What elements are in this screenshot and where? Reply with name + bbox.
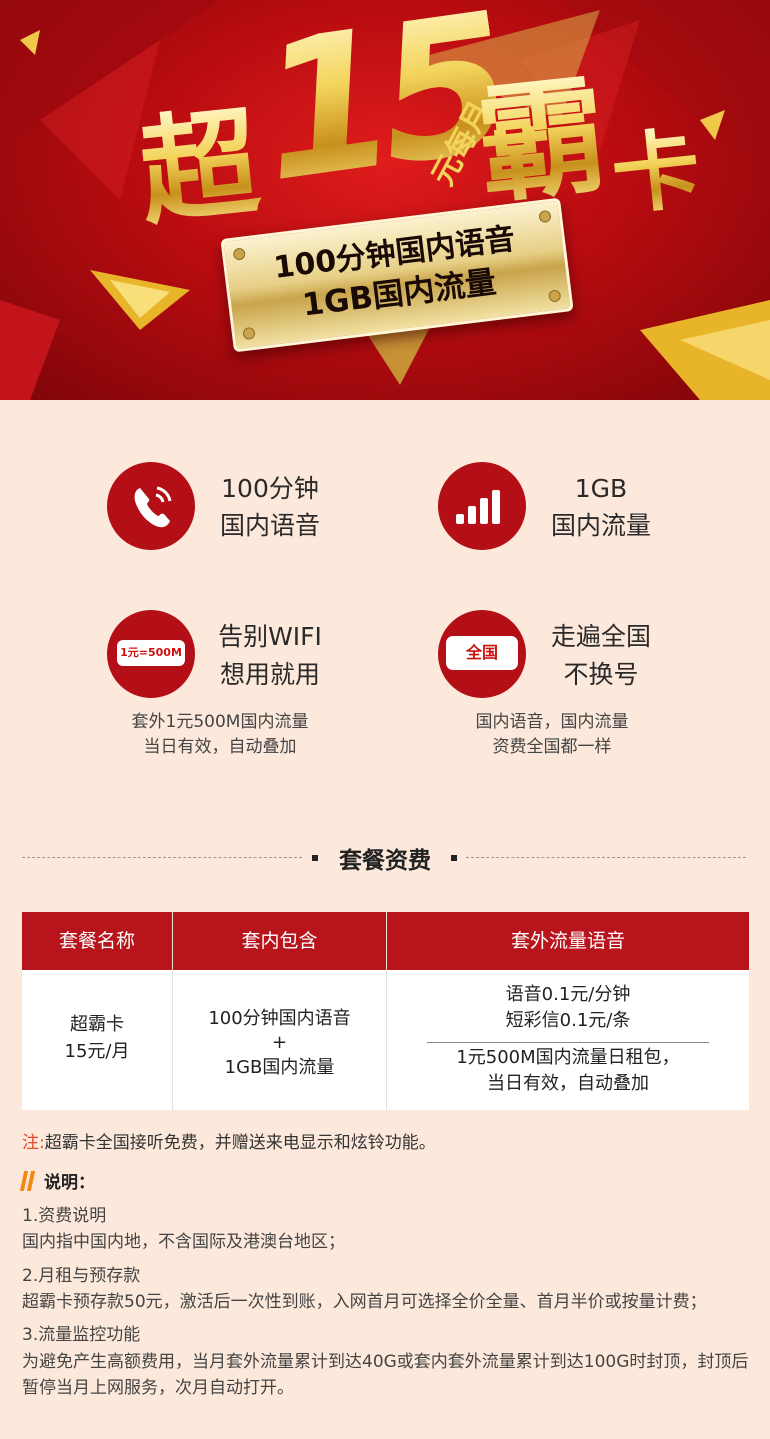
banner-title-chao: 超 xyxy=(133,92,265,242)
explanation-heading-3: 3.流量监控功能 xyxy=(22,1325,141,1345)
national-chip-icon: 全国 xyxy=(438,610,526,698)
extra-voice-rate: 语音0.1元/分钟 xyxy=(505,984,631,1005)
feature-wifi-line2: 想用就用 xyxy=(219,660,320,689)
plan-table: 套餐名称 套内包含 套外流量语音 超霸卡 15元/月 100分钟国内语音 + 1… xyxy=(22,912,749,1110)
section-title: 套餐资费 xyxy=(339,848,431,874)
signal-bars-icon xyxy=(438,462,526,550)
price-chip-label: 1元=500M xyxy=(117,640,185,666)
note-prefix: 注: xyxy=(22,1133,45,1153)
feature-voice-line1: 100分钟 xyxy=(221,474,319,503)
note-line: 注:超霸卡全国接听免费，并赠送来电显示和炫铃功能。 xyxy=(22,1128,436,1153)
feature-national-line2: 不换号 xyxy=(563,660,639,689)
hero-banner: 超 15 元每月 霸 卡 100分钟国内语音 1GB国内流量 xyxy=(0,0,770,400)
section-square-right xyxy=(451,855,457,861)
table-col-divider xyxy=(386,912,387,1110)
extra-divider xyxy=(427,1042,709,1043)
table-cell-extra: 语音0.1元/分钟 短彩信0.1元/条 1元500M国内流量日租包， 当日有效，… xyxy=(387,970,749,1110)
include-plus: + xyxy=(271,1032,288,1053)
feature-national-desc1: 国内语音，国内流量 xyxy=(475,712,629,732)
explanation-heading-1: 1.资费说明 xyxy=(22,1206,107,1226)
explanation-title-row: 说明： xyxy=(19,1168,95,1196)
plan-name: 超霸卡 xyxy=(70,1014,124,1035)
banner-title-ka: 卡 xyxy=(606,115,706,228)
section-divider-right xyxy=(466,857,746,858)
explanation-title: 说明： xyxy=(44,1173,95,1193)
include-data: 1GB国内流量 xyxy=(224,1057,335,1078)
feature-wifi-desc1: 套外1元500M国内流量 xyxy=(131,712,309,732)
explanation-body-2: 超霸卡预存款50元，激活后一次性到账，入网首月可选择全价全量、首月半价或按量计费… xyxy=(22,1292,707,1312)
banner-title-ba: 霸 xyxy=(470,60,614,223)
table-cell-include: 100分钟国内语音 + 1GB国内流量 xyxy=(173,970,386,1110)
feature-national-line1: 走遍全国 xyxy=(550,622,651,651)
table-header-include: 套内包含 xyxy=(173,912,386,970)
orange-bars-icon xyxy=(19,1170,36,1196)
table-col-divider xyxy=(172,912,173,1110)
feature-data-line1: 1GB xyxy=(574,474,628,503)
feature-national-desc2: 资费全国都一样 xyxy=(492,737,612,757)
national-chip-label: 全国 xyxy=(446,636,518,670)
explanation-body-1: 国内指中国内地，不含国际及港澳台地区； xyxy=(22,1232,345,1252)
section-divider-left xyxy=(22,857,302,858)
note-text: 超霸卡全国接听免费，并赠送来电显示和炫铃功能。 xyxy=(44,1133,436,1153)
price-chip-icon: 1元=500M xyxy=(107,610,195,698)
extra-daily-pack: 1元500M国内流量日租包， xyxy=(456,1047,680,1068)
extra-daily-note: 当日有效，自动叠加 xyxy=(487,1073,649,1094)
table-header-extra: 套外流量语音 xyxy=(387,912,749,970)
extra-sms-rate: 短彩信0.1元/条 xyxy=(505,1010,631,1031)
feature-wifi-desc2: 当日有效，自动叠加 xyxy=(143,737,297,757)
feature-data-line2: 国内流量 xyxy=(550,511,651,540)
explanation-heading-2: 2.月租与预存款 xyxy=(22,1266,141,1286)
table-header-name: 套餐名称 xyxy=(22,912,172,970)
table-cell-name: 超霸卡 15元/月 xyxy=(22,970,172,1110)
include-voice: 100分钟国内语音 xyxy=(208,1008,351,1029)
feature-wifi-line1: 告别WIFI xyxy=(218,622,322,651)
explanation-body-3: 为避免产生高额费用，当月套外流量累计到达40G或套内套外流量累计到达100G时封… xyxy=(22,1352,749,1398)
plan-price: 15元/月 xyxy=(64,1041,130,1062)
phone-icon xyxy=(107,462,195,550)
feature-voice-line2: 国内语音 xyxy=(219,511,320,540)
